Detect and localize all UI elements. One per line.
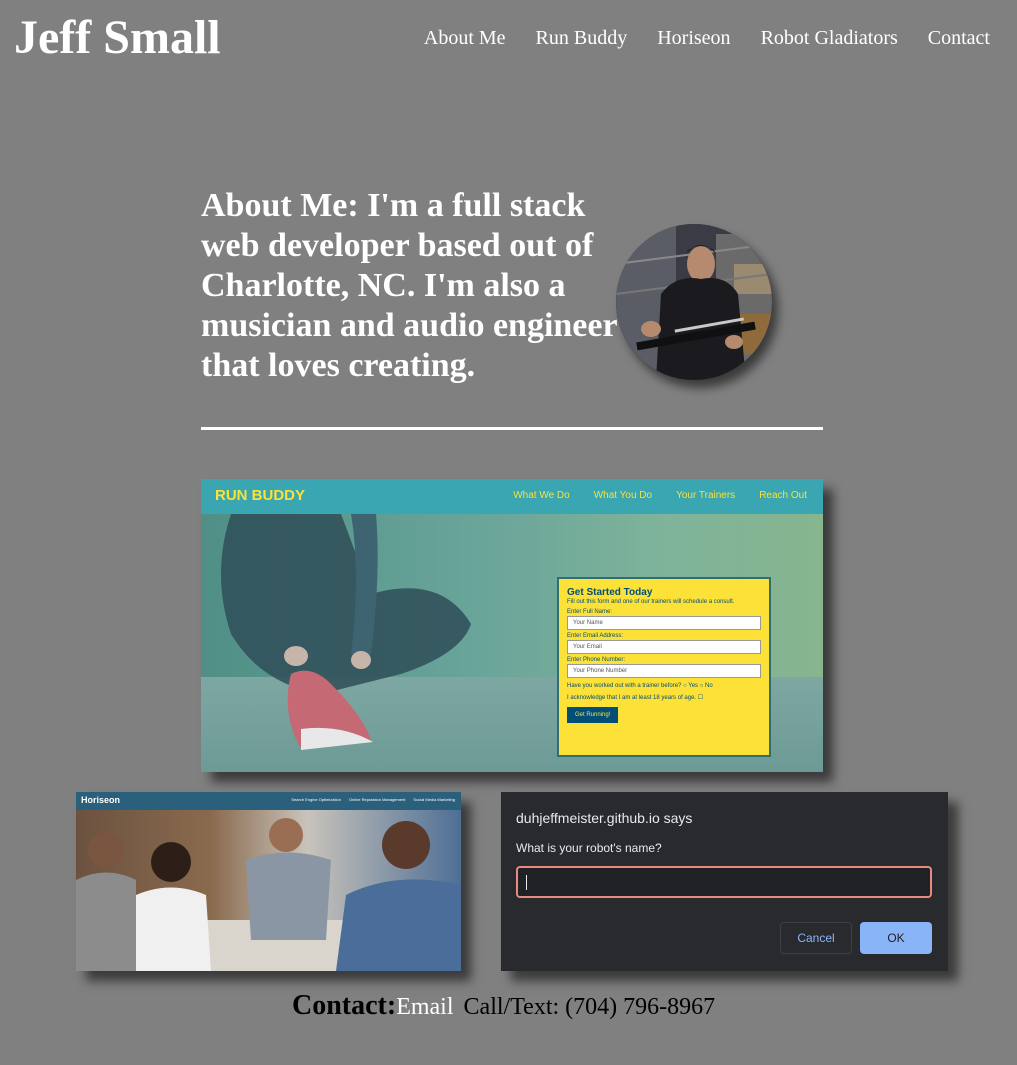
trainer-question: Have you worked out with a trainer befor… xyxy=(567,683,761,689)
nav-horiseon[interactable]: Horiseon xyxy=(657,24,730,52)
email-field: Your Email xyxy=(567,640,761,654)
run-buddy-nav-item: Your Trainers xyxy=(676,490,736,501)
horiseon-logo: Horiseon xyxy=(81,795,121,805)
run-buddy-form: Get Started Today Fill out this form and… xyxy=(557,577,771,757)
no-label: No xyxy=(705,683,713,689)
ok-button: OK xyxy=(860,922,932,954)
dialog-message: What is your robot's name? xyxy=(516,841,662,855)
run-buddy-screenshot[interactable]: RUN BUDDY What We Do What You Do Your Tr… xyxy=(201,479,823,772)
form-title: Get Started Today xyxy=(567,587,653,598)
about-text: About Me: I'm a full stack web developer… xyxy=(201,187,617,384)
text-caret xyxy=(526,875,527,890)
name-field: Your Name xyxy=(567,616,761,630)
nav-robot-gladiators[interactable]: Robot Gladiators xyxy=(761,24,898,52)
nav-about-me[interactable]: About Me xyxy=(424,24,506,52)
profile-photo xyxy=(616,224,772,380)
contact-footer: Contact: Email Call/Text: (704) 796-8967 xyxy=(292,990,715,1022)
nav-contact[interactable]: Contact xyxy=(928,24,990,52)
radio-icon: ○ xyxy=(683,683,687,689)
run-buddy-logo: RUN BUDDY xyxy=(215,487,305,504)
horiseon-nav: Search Engine Optimization Online Reputa… xyxy=(291,797,455,802)
trainer-question-text: Have you worked out with a trainer befor… xyxy=(567,683,682,689)
run-buddy-nav-item: What We Do xyxy=(513,490,570,501)
checkbox-icon: ☐ xyxy=(697,695,704,701)
name-label: Enter Full Name: xyxy=(567,609,613,615)
phone-field: Your Phone Number xyxy=(567,664,761,678)
dialog-title: duhjeffmeister.github.io says xyxy=(516,810,693,826)
contact-title: Contact: xyxy=(292,990,397,1021)
radio-icon: ○ xyxy=(699,683,704,689)
age-ack-text: I acknowledge that I am at least 18 year… xyxy=(567,695,697,701)
age-acknowledgement: I acknowledge that I am at least 18 year… xyxy=(567,694,761,701)
phone-text: Call/Text: (704) 796-8967 xyxy=(463,994,716,1020)
nav-run-buddy[interactable]: Run Buddy xyxy=(536,24,628,52)
run-buddy-hero-image: Get Started Today Fill out this form and… xyxy=(201,514,823,772)
site-name: Jeff Small xyxy=(14,11,221,64)
run-buddy-nav: What We Do What You Do Your Trainers Rea… xyxy=(513,490,807,501)
main-nav: About Me Run Buddy Horiseon Robot Gladia… xyxy=(424,24,990,52)
run-buddy-nav-item: What You Do xyxy=(593,490,653,501)
phone-label: Enter Phone Number: xyxy=(567,657,626,663)
run-buddy-header: RUN BUDDY What We Do What You Do Your Tr… xyxy=(201,479,823,514)
horiseon-nav-item: Social Media Marketing xyxy=(413,797,455,802)
form-subtitle: Fill out this form and one of our traine… xyxy=(567,599,735,605)
horiseon-nav-item: Online Reputation Management xyxy=(348,797,406,802)
horiseon-nav-item: Search Engine Optimization xyxy=(291,797,341,802)
robot-name-input xyxy=(516,866,932,898)
cancel-button: Cancel xyxy=(780,922,852,954)
get-running-button: Get Running! xyxy=(567,707,619,723)
team-meeting-image xyxy=(76,810,461,971)
horiseon-screenshot[interactable]: Horiseon Search Engine Optimization Onli… xyxy=(76,792,461,971)
email-label: Enter Email Address: xyxy=(567,633,624,639)
email-link[interactable]: Email xyxy=(396,994,453,1021)
horiseon-header: Horiseon Search Engine Optimization Onli… xyxy=(76,792,461,810)
about-section: About Me: I'm a full stack web developer… xyxy=(201,186,823,430)
run-buddy-nav-item: Reach Out xyxy=(759,490,807,501)
robot-gladiators-screenshot[interactable]: duhjeffmeister.github.io says What is yo… xyxy=(501,792,948,971)
yes-label: Yes xyxy=(688,683,699,689)
